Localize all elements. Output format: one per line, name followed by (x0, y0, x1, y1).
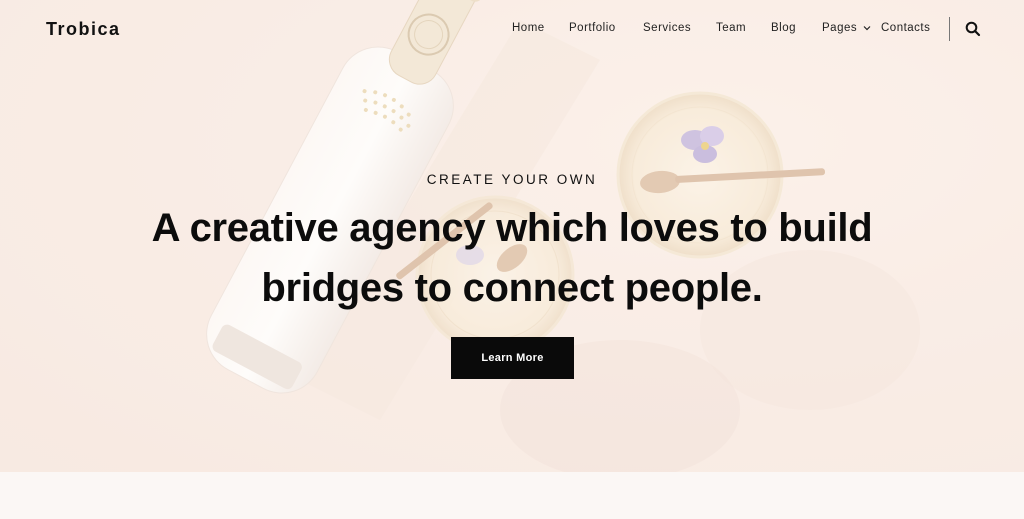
nav-item-pages[interactable]: Pages (822, 21, 871, 35)
nav-item-services[interactable]: Services (643, 21, 691, 35)
hero-headline-line-1: A creative agency which loves to build (151, 206, 873, 250)
nav-item-contacts[interactable]: Contacts (881, 21, 930, 35)
hero-headline: A creative agency which loves to build b… (112, 198, 912, 318)
nav-item-portfolio[interactable]: Portfolio (569, 21, 616, 35)
chevron-down-icon (863, 26, 871, 31)
nav-divider (949, 17, 950, 41)
hero-headline-line-2: bridges to connect people. (261, 266, 763, 310)
nav-item-blog[interactable]: Blog (771, 21, 796, 35)
nav-item-home[interactable]: Home (512, 21, 545, 35)
nav-item-team[interactable]: Team (716, 21, 746, 35)
learn-more-button[interactable]: Learn More (451, 337, 574, 379)
nav-item-pages-label: Pages (822, 22, 858, 34)
search-icon[interactable] (965, 21, 981, 37)
next-section-strip (0, 472, 1024, 519)
hero-eyebrow: CREATE YOUR OWN (426, 172, 598, 187)
brand-logo[interactable]: Trobica (46, 19, 121, 40)
